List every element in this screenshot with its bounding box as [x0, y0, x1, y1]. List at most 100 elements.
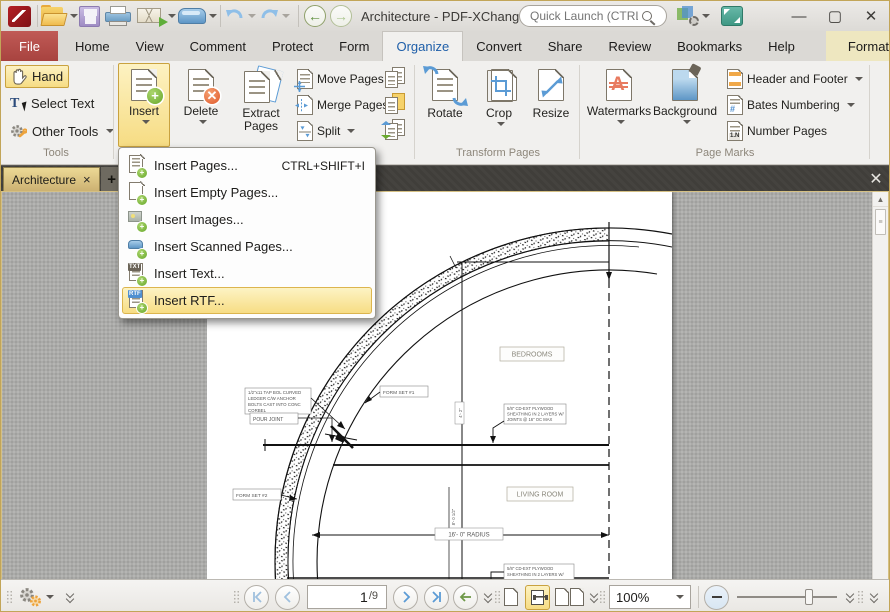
- menu-item-insert-empty-pages[interactable]: + Insert Empty Pages...: [122, 179, 372, 206]
- tab-review[interactable]: Review: [595, 31, 664, 61]
- tab-share[interactable]: Share: [535, 31, 596, 61]
- page-number-input[interactable]: 1 /9: [307, 585, 387, 609]
- watermarks-button[interactable]: A Watermarks: [587, 63, 651, 147]
- first-page-button[interactable]: [244, 585, 269, 610]
- toolbar-grip[interactable]: [233, 590, 240, 604]
- minimize-button[interactable]: —: [785, 5, 813, 27]
- other-tools-button[interactable]: Other Tools: [5, 121, 119, 141]
- delete-button[interactable]: ✕ Delete: [175, 63, 227, 147]
- ui-options-dropdown-arrow[interactable]: [702, 14, 710, 18]
- number-pages-button[interactable]: 1.N Number Pages: [727, 121, 827, 141]
- hand-tool-button[interactable]: Hand: [5, 65, 69, 88]
- zoom-out-button[interactable]: [704, 585, 729, 610]
- single-page-layout-button[interactable]: [504, 588, 518, 606]
- tab-help[interactable]: Help: [755, 31, 808, 61]
- search-input[interactable]: [528, 8, 640, 24]
- move-pages-button[interactable]: Move Pages: [297, 69, 384, 89]
- print-icon[interactable]: [105, 6, 131, 26]
- statusbar-overflow-icon[interactable]: [869, 591, 879, 603]
- status-options-button[interactable]: [17, 580, 54, 612]
- next-page-button[interactable]: [393, 585, 418, 610]
- fullscreen-icon[interactable]: [721, 6, 743, 26]
- tab-organize[interactable]: Organize: [382, 31, 463, 61]
- tab-bookmarks[interactable]: Bookmarks: [664, 31, 755, 61]
- email-dropdown-arrow[interactable]: [168, 14, 176, 18]
- layout-options-expand-icon[interactable]: [589, 591, 599, 603]
- scrollbar-thumb[interactable]: ≡: [875, 209, 886, 235]
- background-dropdown-arrow[interactable]: [683, 120, 691, 124]
- zoom-slider-thumb[interactable]: [805, 589, 813, 605]
- zoom-level-select[interactable]: 100%: [609, 585, 691, 609]
- status-options-dropdown-arrow[interactable]: [46, 595, 54, 599]
- tab-protect[interactable]: Protect: [259, 31, 326, 61]
- view-history-expand-icon[interactable]: [483, 591, 493, 603]
- open-dropdown-arrow[interactable]: [70, 14, 78, 18]
- toolbar-grip[interactable]: [494, 590, 501, 604]
- expand-toolbar-icon[interactable]: [65, 591, 75, 603]
- split-dropdown-arrow[interactable]: [347, 129, 355, 133]
- toolbar-grip[interactable]: [599, 590, 606, 604]
- scan-button[interactable]: [178, 1, 217, 31]
- menu-item-insert-scanned-pages[interactable]: + Insert Scanned Pages...: [122, 233, 372, 260]
- ui-options-button[interactable]: [677, 1, 710, 31]
- menu-item-insert-text[interactable]: TXT+ Insert Text...: [122, 260, 372, 287]
- select-text-button[interactable]: T Select Text: [5, 93, 99, 113]
- menu-item-insert-pages[interactable]: + Insert Pages... CTRL+SHIFT+I: [122, 152, 372, 179]
- menu-item-insert-images[interactable]: + Insert Images...: [122, 206, 372, 233]
- bates-numbering-dropdown-arrow[interactable]: [847, 103, 855, 107]
- tab-home[interactable]: Home: [62, 31, 123, 61]
- open-button[interactable]: [41, 1, 78, 31]
- duplicate-pages-button[interactable]: [385, 67, 407, 89]
- document-tab-close-icon[interactable]: ×: [83, 172, 91, 187]
- close-all-documents-icon[interactable]: ✕: [863, 166, 889, 191]
- resize-button[interactable]: Resize: [525, 63, 577, 147]
- header-footer-button[interactable]: Header and Footer: [727, 69, 863, 89]
- tab-view[interactable]: View: [123, 31, 177, 61]
- replace-pages-button[interactable]: [385, 93, 407, 115]
- menu-item-insert-rtf[interactable]: RTF+ Insert RTF...: [122, 287, 372, 314]
- tab-form[interactable]: Form: [326, 31, 382, 61]
- app-logo-icon[interactable]: [8, 6, 31, 27]
- nav-forward-button[interactable]: →: [330, 5, 352, 27]
- tab-format[interactable]: Format: [826, 31, 890, 61]
- save-icon[interactable]: [79, 6, 100, 27]
- nav-back-button[interactable]: ←: [304, 5, 326, 27]
- extract-pages-button[interactable]: Extract Pages: [232, 63, 290, 147]
- last-page-button[interactable]: [424, 585, 449, 610]
- merge-pages-button[interactable]: Merge Pages: [297, 95, 388, 115]
- insert-dropdown-arrow[interactable]: [142, 120, 150, 124]
- crop-dropdown-arrow[interactable]: [497, 122, 505, 126]
- tab-convert[interactable]: Convert: [463, 31, 535, 61]
- quick-launch-search[interactable]: [519, 5, 667, 27]
- undo-dropdown-arrow[interactable]: [248, 14, 256, 18]
- redo-dropdown-arrow[interactable]: [282, 14, 290, 18]
- toolbar-grip[interactable]: [857, 590, 864, 604]
- fit-width-layout-button[interactable]: [525, 585, 550, 610]
- background-button[interactable]: Background: [651, 63, 719, 147]
- toolbar-grip[interactable]: [6, 590, 13, 604]
- split-button[interactable]: Split: [297, 121, 355, 141]
- insert-button[interactable]: + Insert: [118, 63, 170, 147]
- delete-dropdown-arrow[interactable]: [199, 120, 207, 124]
- zoom-options-expand-icon[interactable]: [845, 591, 855, 603]
- close-button[interactable]: ✕: [857, 5, 885, 27]
- rotate-button[interactable]: Rotate: [419, 63, 471, 147]
- header-footer-dropdown-arrow[interactable]: [855, 77, 863, 81]
- previous-view-button[interactable]: [453, 585, 478, 610]
- crop-button[interactable]: Crop: [473, 63, 525, 147]
- swap-pages-button[interactable]: [385, 119, 407, 141]
- vertical-scrollbar[interactable]: ▲ ≡: [872, 192, 888, 579]
- two-page-layout-button[interactable]: [555, 580, 584, 612]
- email-button[interactable]: [137, 1, 176, 31]
- watermarks-dropdown-arrow[interactable]: [617, 120, 625, 124]
- previous-page-button[interactable]: [275, 585, 300, 610]
- zoom-slider[interactable]: [737, 596, 837, 598]
- tab-comment[interactable]: Comment: [177, 31, 259, 61]
- redo-button[interactable]: [259, 1, 290, 31]
- bates-numbering-button[interactable]: # Bates Numbering: [727, 95, 855, 115]
- maximize-button[interactable]: ▢: [821, 5, 849, 27]
- scroll-up-icon[interactable]: ▲: [873, 192, 888, 207]
- undo-button[interactable]: [225, 1, 256, 31]
- scan-dropdown-arrow[interactable]: [209, 14, 217, 18]
- tab-file[interactable]: File: [1, 31, 58, 61]
